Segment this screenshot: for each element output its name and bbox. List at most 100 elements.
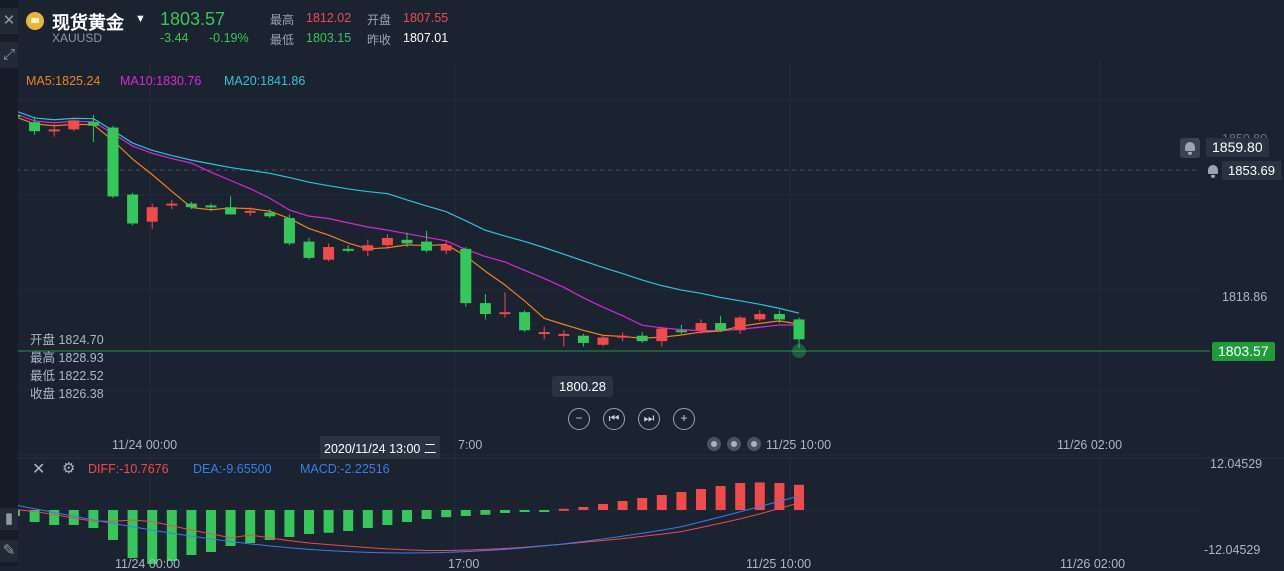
axis-tick-mid: 1818.86 xyxy=(1222,290,1268,304)
candle-body xyxy=(107,127,119,197)
bottom-time-label-2: 17:00 xyxy=(448,557,480,571)
macd-bar xyxy=(362,510,373,528)
macd-diff-label: DIFF:-10.7676 xyxy=(88,462,169,476)
time-crosshair-tooltip: 2020/11/24 13:00 二 xyxy=(320,436,441,459)
macd-axis-bottom: -12.04529 xyxy=(1204,543,1261,557)
candle-body xyxy=(127,194,139,224)
macd-bar xyxy=(343,510,354,531)
time-label-4: 11/26 02:00 xyxy=(1057,438,1123,452)
skip-end-button[interactable]: ⏭ xyxy=(638,408,660,430)
bell-icon[interactable] xyxy=(1203,161,1219,179)
candle-body xyxy=(519,312,531,331)
zoom-out-button[interactable]: − xyxy=(568,408,590,430)
macd-bar xyxy=(206,510,216,552)
candle-body xyxy=(617,335,629,338)
open-value: 1807.55 xyxy=(403,11,449,25)
macd-bar xyxy=(500,510,510,513)
candle-body xyxy=(362,245,374,251)
macd-bar xyxy=(617,501,628,510)
macd-bar xyxy=(108,510,118,540)
alert-price-1[interactable]: 1859.80 xyxy=(1206,138,1269,157)
last-price-glow xyxy=(792,344,806,358)
macd-bar xyxy=(519,510,530,512)
low-value: 1803.15 xyxy=(306,31,352,45)
skip-start-button[interactable]: ⏮ xyxy=(603,408,625,430)
candle-body xyxy=(264,212,276,217)
alert-price-2[interactable]: 1853.69 xyxy=(1222,161,1281,180)
ma5-legend: MA5:1825.24 xyxy=(26,74,101,88)
draw-tool-icon[interactable]: ✎ xyxy=(0,540,18,562)
quote-header: 现货黄金 ▼ XAUUSD 1803.57 -3.44 -0.19% 最高 18… xyxy=(0,0,1284,60)
macd-bar xyxy=(245,510,256,543)
candle-body xyxy=(577,335,589,343)
left-toolbar: ✕ ⤢ ▮ ✎ xyxy=(0,0,18,566)
candle-body xyxy=(68,120,80,130)
macd-bar xyxy=(323,510,334,533)
candle-body xyxy=(715,323,727,331)
crosshair-low: 最低 1822.52 xyxy=(30,369,104,383)
prev-close-value: 1807.01 xyxy=(403,31,449,45)
ma20-line xyxy=(0,110,800,314)
bell-icon[interactable] xyxy=(1180,138,1200,158)
price-change-pct: -0.19% xyxy=(209,31,249,45)
time-label-3: 11/25 10:00 xyxy=(766,438,832,452)
candle-body xyxy=(283,218,295,244)
crosshair-close: 收盘 1826.38 xyxy=(30,387,104,401)
candle-body xyxy=(381,237,393,246)
candle-body xyxy=(636,335,648,342)
candle-body xyxy=(87,122,99,126)
crosshair-open: 开盘 1824.70 xyxy=(30,333,104,347)
macd-dea-label: DEA:-9.65500 xyxy=(193,462,272,476)
candle-body xyxy=(754,313,766,320)
macd-bar xyxy=(382,510,393,525)
current-price-tag: 1803.57 xyxy=(1212,342,1275,361)
gold-coin-icon xyxy=(26,12,44,30)
macd-bar xyxy=(127,510,138,558)
candle-body xyxy=(205,205,217,208)
zoom-in-button[interactable]: + xyxy=(673,408,695,430)
candle-body xyxy=(479,303,491,314)
candle-body xyxy=(460,248,472,304)
ma20-legend: MA20:1841.86 xyxy=(224,74,306,88)
close-icon[interactable]: ✕ xyxy=(32,459,45,479)
candle-body xyxy=(695,323,707,331)
bottom-time-label-3: 11/25 10:00 xyxy=(746,557,812,571)
macd-bar xyxy=(304,510,314,534)
last-price: 1803.57 xyxy=(160,9,226,29)
ma10-legend: MA10:1830.76 xyxy=(120,74,202,88)
gear-icon[interactable]: ⚙ xyxy=(62,459,75,477)
candle-body xyxy=(342,248,354,251)
indicator-toggle-icon[interactable]: ▮ xyxy=(0,508,18,530)
bottom-time-label-4: 11/26 02:00 xyxy=(1060,557,1126,571)
candle-body xyxy=(538,332,550,335)
prev-close-label: 昨收 xyxy=(367,33,392,47)
macd-bar xyxy=(774,483,785,510)
macd-bar xyxy=(264,510,275,540)
price-change: -3.44 xyxy=(160,31,189,45)
low-price-marker: 1800.28 xyxy=(552,376,613,397)
candle-body xyxy=(558,333,570,336)
macd-bar xyxy=(480,510,491,515)
ma5-line xyxy=(0,116,800,339)
macd-axis-top: 12.04529 xyxy=(1210,457,1263,471)
candle-body xyxy=(185,203,197,208)
macd-bar xyxy=(578,507,589,510)
candle-body xyxy=(597,337,609,345)
macd-bar xyxy=(402,510,412,522)
scroll-dot[interactable] xyxy=(747,437,761,451)
macd-bar xyxy=(598,504,608,510)
chevron-down-icon[interactable]: ▼ xyxy=(135,13,146,25)
crosshair-high: 最高 1828.93 xyxy=(30,351,104,365)
candle-body xyxy=(421,241,433,251)
macd-bar xyxy=(166,510,177,561)
scroll-dot[interactable] xyxy=(707,437,721,451)
macd-bar xyxy=(637,498,648,510)
scroll-dot[interactable] xyxy=(727,437,741,451)
candle-body xyxy=(656,328,668,342)
candle-body xyxy=(146,207,158,222)
candle-body xyxy=(244,210,256,213)
open-label: 开盘 xyxy=(367,13,392,27)
macd-value-label: MACD:-2.22516 xyxy=(300,462,390,476)
macd-bar xyxy=(147,510,158,564)
macd-bar xyxy=(539,510,550,512)
